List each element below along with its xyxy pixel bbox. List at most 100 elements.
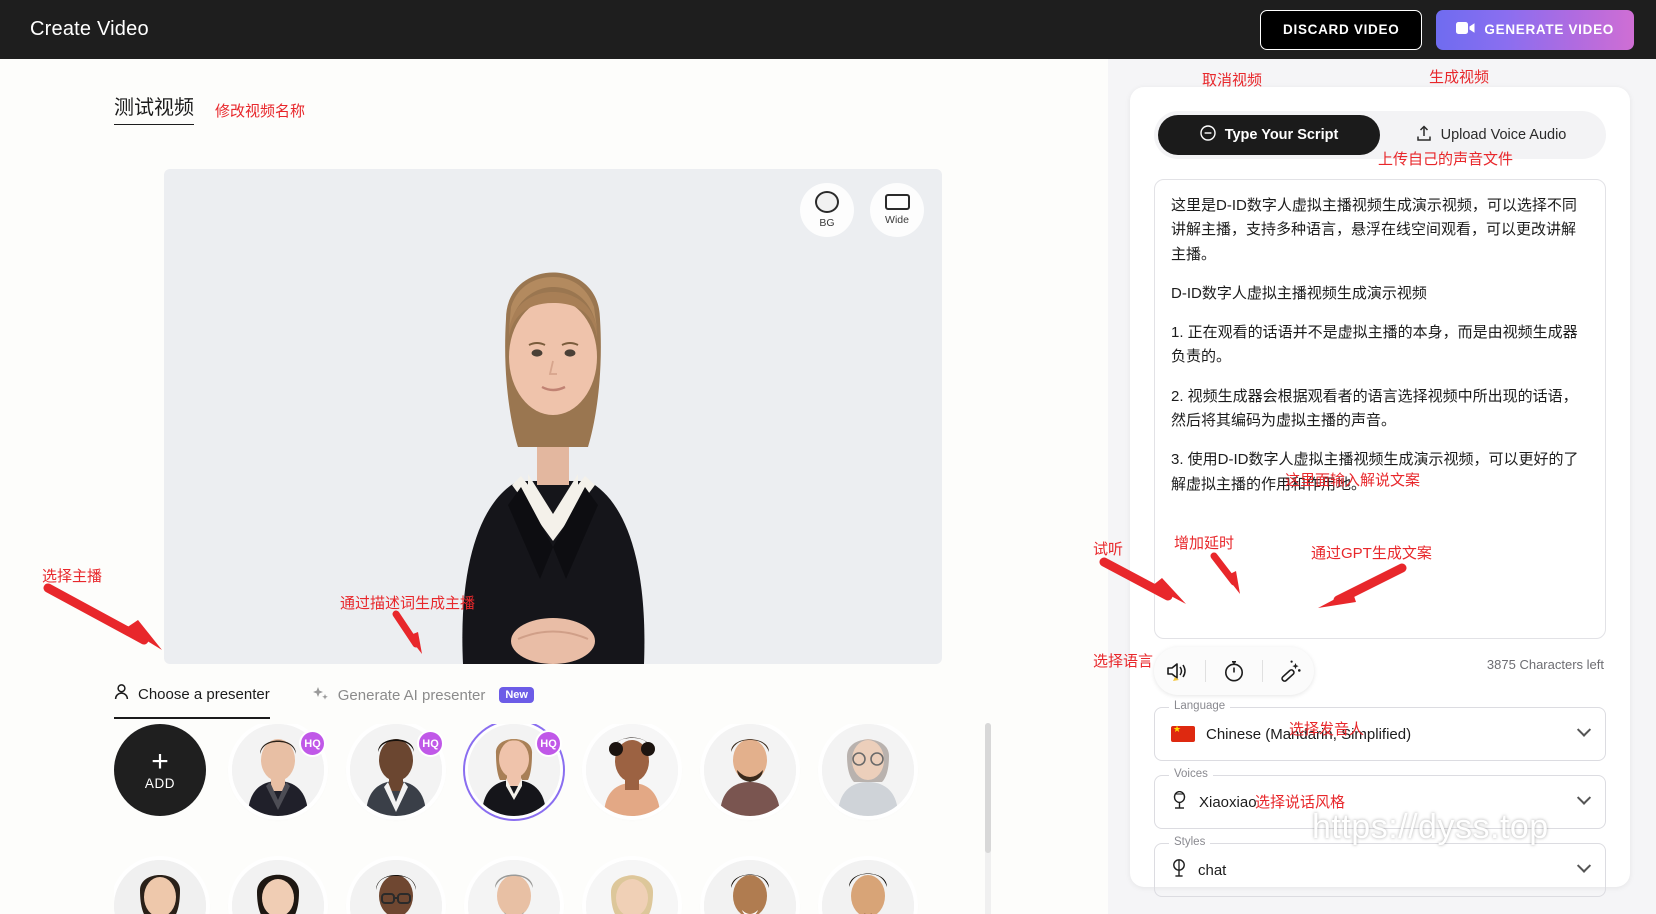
presenter-item-selected: HQ [468,724,562,816]
annotation-add-delay: 增加延时 [1174,535,1235,552]
tab-type-your-script-label: Type Your Script [1224,127,1339,143]
script-toolbar [1154,647,1314,695]
presenter-item [586,860,678,914]
annotation-upload-own-audio: 上传自己的声音文件 [1378,151,1514,168]
annotation-generate-by-prompt: 通过描述词生成主播 [340,595,476,612]
annotation-gpt-generate: 通过GPT生成文案 [1311,545,1432,562]
discard-video-button[interactable]: DISCARD VIDEO [1260,9,1423,50]
presenter-avatar[interactable] [468,860,560,914]
presenter-item [114,860,206,914]
video-name-row: 测试视频 [114,97,194,125]
presenter-item [822,724,914,816]
voices-field-label: Voices [1169,768,1213,780]
presenter-item [704,724,796,816]
presenter-avatar[interactable] [822,860,914,914]
upload-icon [1416,124,1432,146]
tab-choose-presenter-label: Choose a presenter [138,685,270,703]
workspace-pane: 测试视频 BG Wide Choose a presenter Generate… [0,59,1108,914]
presenter-avatar[interactable] [586,860,678,914]
presenter-item [822,860,914,914]
annotation-select-voice: 选择发音人 [1289,721,1365,738]
presenter-avatar[interactable] [704,724,796,816]
generate-video-button[interactable]: GENERATE VIDEO [1436,9,1634,50]
presenter-avatar[interactable] [350,860,442,914]
hq-badge: HQ [299,730,326,757]
annotation-select-language: 选择语言 [1093,653,1154,670]
tab-generate-ai-presenter[interactable]: Generate AI presenter New [312,685,534,719]
create-video-page: Create Video DISCARD VIDEO GENERATE VIDE… [0,0,1656,914]
presenter-avatar[interactable] [704,860,796,914]
styles-field-label: Styles [1169,836,1211,848]
presenter-item: HQ [350,724,444,816]
person-icon [114,684,129,704]
background-tool-label: BG [819,217,835,229]
hq-badge: HQ [417,730,444,757]
page-title: Create Video [30,18,149,40]
presenter-item [704,860,796,914]
hq-badge: HQ [535,730,562,757]
presenter-gallery-scrollbar[interactable] [985,723,991,853]
tab-type-your-script[interactable]: Type Your Script [1158,115,1380,155]
top-bar: Create Video DISCARD VIDEO GENERATE VIDE… [0,0,1656,59]
style-value-text: chat [1198,861,1227,879]
script-paragraph: 2. 视频生成器会根据观看者的语言选择视频中所出现的话语，然后将其编码为虚拟主播… [1171,387,1578,430]
microphone-icon [1171,859,1187,881]
add-presenter-button[interactable]: + ADD [114,724,206,816]
add-presenter-label: ADD [144,775,176,791]
annotation-input-script-here: 这里面输入解说文案 [1285,472,1421,489]
presenter-item [468,860,560,914]
preview-audio-button[interactable] [1158,651,1198,691]
presenter-avatar[interactable] [232,860,324,914]
chevron-down-icon[interactable] [1576,722,1592,737]
rectangle-icon [884,194,910,210]
chevron-down-icon[interactable] [1576,790,1592,805]
new-badge: New [499,687,534,703]
video-preview-stage[interactable]: BG Wide [164,169,942,664]
add-pause-icon [1224,660,1243,682]
annotation-preview-listen: 试听 [1093,541,1124,558]
presenter-item [232,860,324,914]
aspect-ratio-tool-button[interactable]: Wide [870,183,924,237]
add-presenter-plus: + [151,744,169,778]
presenter-item [350,860,442,914]
background-tool-button[interactable]: BG [800,183,854,237]
presenter-avatar[interactable] [586,724,678,816]
aspect-ratio-tool-label: Wide [885,214,909,226]
video-camera-icon [1456,21,1475,38]
script-paragraph: 1. 正在观看的话语并不是虚拟主播的本身，而是由视频生成器负责的。 [1171,324,1578,366]
site-watermark: https://dyss.top [1312,808,1549,846]
sparkles-icon [312,685,329,706]
tab-upload-voice-audio-label: Upload Voice Audio [1440,127,1567,143]
add-presenter-wrap: + ADD [114,724,206,816]
language-field-label: Language [1169,700,1231,712]
stage-tools: BG Wide [800,183,924,237]
tab-generate-ai-presenter-label: Generate AI presenter [337,686,486,704]
voice-value: Xiaoxiao [1171,790,1257,813]
preview-audio-icon [1166,663,1186,681]
style-select[interactable]: Styles chat [1154,836,1606,897]
toolbar-divider [1261,660,1263,682]
presenter-preview-image [388,169,718,664]
language-select[interactable]: Language Chinese (Mandarin, Simplified) [1154,700,1606,761]
voice-icon [1171,790,1188,813]
voice-value-text: Xiaoxiao [1199,793,1257,811]
style-value: chat [1171,859,1226,881]
tab-choose-presenter[interactable]: Choose a presenter [114,684,270,719]
video-name-input[interactable]: 测试视频 [114,97,194,125]
presenter-avatar[interactable] [114,860,206,914]
annotation-rename-video: 修改视频名称 [215,103,306,120]
chevron-down-icon[interactable] [1576,858,1592,873]
script-textarea[interactable]: 这里是D-ID数字人虚拟主播视频生成演示视频，可以选择不同讲解主播，支持多种语言… [1154,179,1606,639]
top-bar-actions: DISCARD VIDEO GENERATE VIDEO [1260,0,1634,59]
characters-left-label: 3875 Characters left [1486,657,1604,672]
presenter-avatar[interactable] [822,724,914,816]
annotation-generate-video: 生成视频 [1429,69,1490,86]
toolbar-divider [1205,660,1207,682]
generate-video-label: GENERATE VIDEO [1484,22,1614,37]
circle-icon [815,191,839,213]
annotation-cancel-video: 取消视频 [1202,72,1263,89]
annotation-choose-presenter: 选择主播 [42,568,103,585]
presenter-tabs: Choose a presenter Generate AI presenter… [114,684,534,719]
add-pause-button[interactable] [1214,651,1254,691]
ai-magic-wand-button[interactable] [1270,651,1310,691]
